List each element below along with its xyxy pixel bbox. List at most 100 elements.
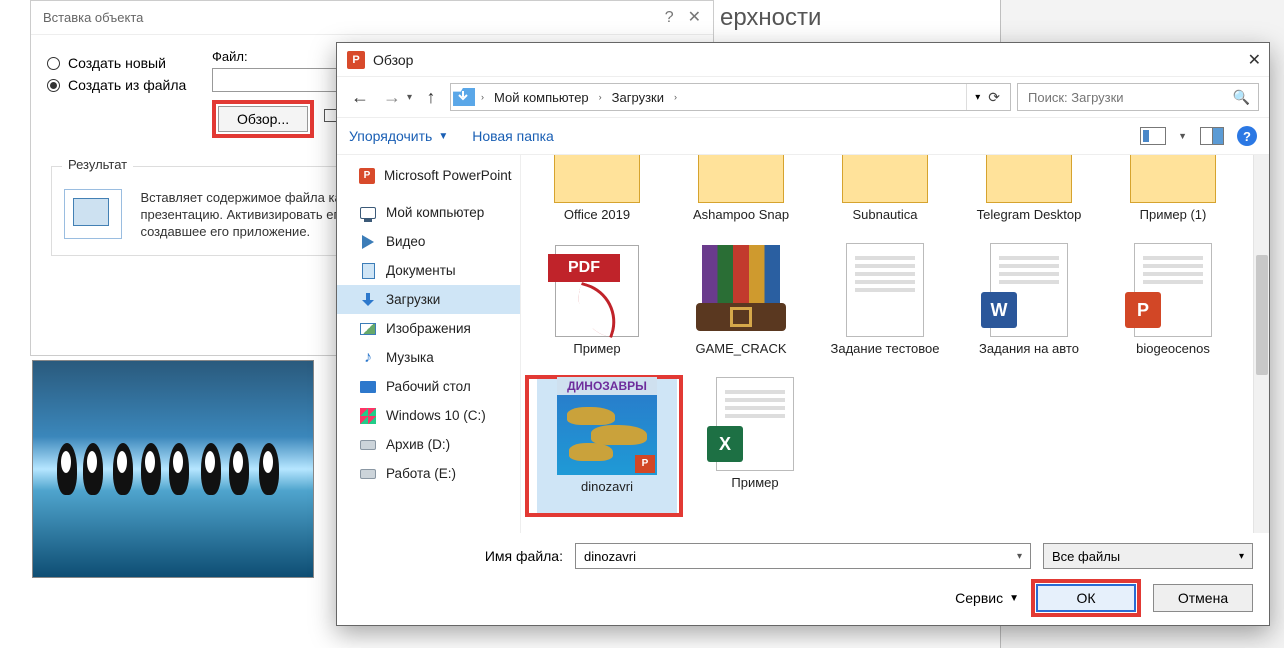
nav-back-icon[interactable]: ← [347,84,373,110]
tree-item-c-drive[interactable]: Windows 10 (C:) [337,401,520,430]
filetype-value: Все файлы [1052,549,1120,564]
file-item[interactable]: PDFПример [527,241,667,375]
ok-button-highlight: ОК [1031,579,1141,617]
addr-dropdown-icon[interactable]: ▾ [975,92,980,103]
tree-item-downloads[interactable]: Загрузки [337,285,520,314]
filename-dropdown-icon[interactable]: ▾ [1017,551,1022,562]
radio-create-new[interactable]: Создать новый [47,55,202,71]
folder-tree[interactable]: PMicrosoft PowerPoint Мой компьютер Виде… [337,155,521,533]
crumb-2[interactable]: Загрузки [604,84,672,110]
browse-footer: Имя файла: dinozavri ▾ Все файлы ▾ Серви… [337,533,1269,631]
tree-label: Музыка [386,350,434,365]
nav-up-icon[interactable]: ↑ [418,84,444,110]
tree-label: Microsoft PowerPoint [384,168,512,183]
dino-title: ДИНОЗАВРЫ [557,377,657,395]
chevron-down-icon: ▼ [438,131,448,142]
tree-label: Видео [386,234,425,249]
stage: ерхности Вставка объекта ? ✕ Создать нов… [0,0,1284,648]
browse-dialog: P Обзор ✕ ← → ▾ ↑ › Мой компьютер › Загр… [336,42,1270,626]
tree-label: Документы [386,263,456,278]
tree-item-pc[interactable]: Мой компьютер [337,198,520,227]
radio-create-from-file[interactable]: Создать из файла [47,77,202,93]
nav-forward-icon[interactable]: → [379,84,405,110]
file-label: Пример [731,475,778,507]
preview-pane-button[interactable] [1199,125,1225,147]
service-menu[interactable]: Сервис ▼ [955,590,1019,606]
background-text: ерхности [720,4,821,32]
file-label: Задание тестовое [831,341,940,373]
filetype-select[interactable]: Все файлы ▾ [1043,543,1253,569]
powerpoint-app-icon: P [347,51,365,69]
insert-object-titlebar[interactable]: Вставка объекта ? ✕ [31,1,713,35]
nav-history-dropdown-icon[interactable]: ▾ [407,92,412,103]
file-item[interactable]: Ashampoo Snap [671,155,811,241]
browse-titlebar[interactable]: P Обзор ✕ [337,43,1269,77]
file-item[interactable]: Office 2019 [527,155,667,241]
cancel-button[interactable]: Отмена [1153,584,1253,612]
downloads-folder-icon [453,88,475,106]
file-label: Subnautica [852,207,917,239]
organize-menu[interactable]: Упорядочить ▼ [349,128,448,144]
tree-item-pictures[interactable]: Изображения [337,314,520,343]
file-item[interactable]: Pbiogeocenos [1103,241,1243,375]
file-label: GAME_CRACK [695,341,786,373]
file-item[interactable]: Задание тестовое [815,241,955,375]
ok-button[interactable]: ОК [1036,584,1136,612]
file-item[interactable]: Telegram Desktop [959,155,1099,241]
tree-item-music[interactable]: ♪Музыка [337,343,520,372]
tree-item-video[interactable]: Видео [337,227,520,256]
scrollbar-thumb[interactable] [1256,255,1268,375]
search-icon[interactable]: 🔍 [1233,89,1250,106]
tree-label: Windows 10 (C:) [386,408,486,423]
tree-item-powerpoint[interactable]: PMicrosoft PowerPoint [337,161,520,190]
filename-label: Имя файла: [353,548,563,564]
tree-item-d-drive[interactable]: Архив (D:) [337,430,520,459]
crumb-1[interactable]: Мой компьютер [486,84,597,110]
file-item[interactable]: WЗадания на авто [959,241,1099,375]
file-label: dinozavri [581,479,633,511]
tree-label: Работа (E:) [386,466,456,481]
filename-value: dinozavri [584,549,636,564]
nav-row: ← → ▾ ↑ › Мой компьютер › Загрузки › ▾ ⟳ [337,77,1269,117]
close-icon[interactable]: ✕ [688,1,701,35]
file-label: Пример [573,341,620,373]
crumb-sep-icon[interactable]: › [597,92,604,102]
help-button[interactable]: ? [1237,126,1257,146]
tree-item-documents[interactable]: Документы [337,256,520,285]
newfolder-button[interactable]: Новая папка [472,128,554,144]
chevron-down-icon: ▼ [1009,593,1019,604]
scrollbar[interactable] [1253,155,1269,533]
file-label: biogeocenos [1136,341,1210,373]
crumb-sep-icon[interactable]: › [672,92,679,102]
file-item-dinozavri[interactable]: ДИНОЗАВРЫ P dinozavri [537,379,677,513]
address-bar[interactable]: › Мой компьютер › Загрузки › ▾ ⟳ [450,83,1011,111]
result-legend: Результат [62,157,133,172]
crumb-sep-icon[interactable]: › [479,92,486,102]
browse-button[interactable]: Обзор... [218,106,308,132]
file-label: Ashampoo Snap [693,207,789,239]
filetype-dropdown-icon[interactable]: ▾ [1239,551,1244,562]
file-item[interactable]: GAME_CRACK [671,241,811,375]
browse-close-icon[interactable]: ✕ [1248,50,1261,70]
file-item[interactable]: XПример [685,375,825,517]
tree-label: Архив (D:) [386,437,450,452]
tree-item-desktop[interactable]: Рабочий стол [337,372,520,401]
tree-label: Загрузки [386,292,440,307]
filename-input[interactable]: dinozavri ▾ [575,543,1031,569]
organize-label: Упорядочить [349,128,432,144]
file-item[interactable]: Subnautica [815,155,955,241]
search-box[interactable]: 🔍 [1017,83,1259,111]
file-label: Telegram Desktop [977,207,1082,239]
tree-item-e-drive[interactable]: Работа (E:) [337,459,520,488]
tree-label: Рабочий стол [386,379,471,394]
file-grid[interactable]: Office 2019 Ashampoo Snap Subnautica Tel… [521,155,1269,533]
browse-title: Обзор [373,52,413,68]
view-mode-dropdown-icon[interactable]: ▼ [1178,131,1187,141]
tree-label: Изображения [386,321,471,336]
file-item[interactable]: Пример (1) [1103,155,1243,241]
search-input[interactable] [1026,89,1225,106]
view-mode-button[interactable] [1140,125,1166,147]
help-icon[interactable]: ? [665,1,674,35]
refresh-icon[interactable]: ⟳ [988,89,1000,106]
radio-create-from-file-label: Создать из файла [68,77,186,93]
